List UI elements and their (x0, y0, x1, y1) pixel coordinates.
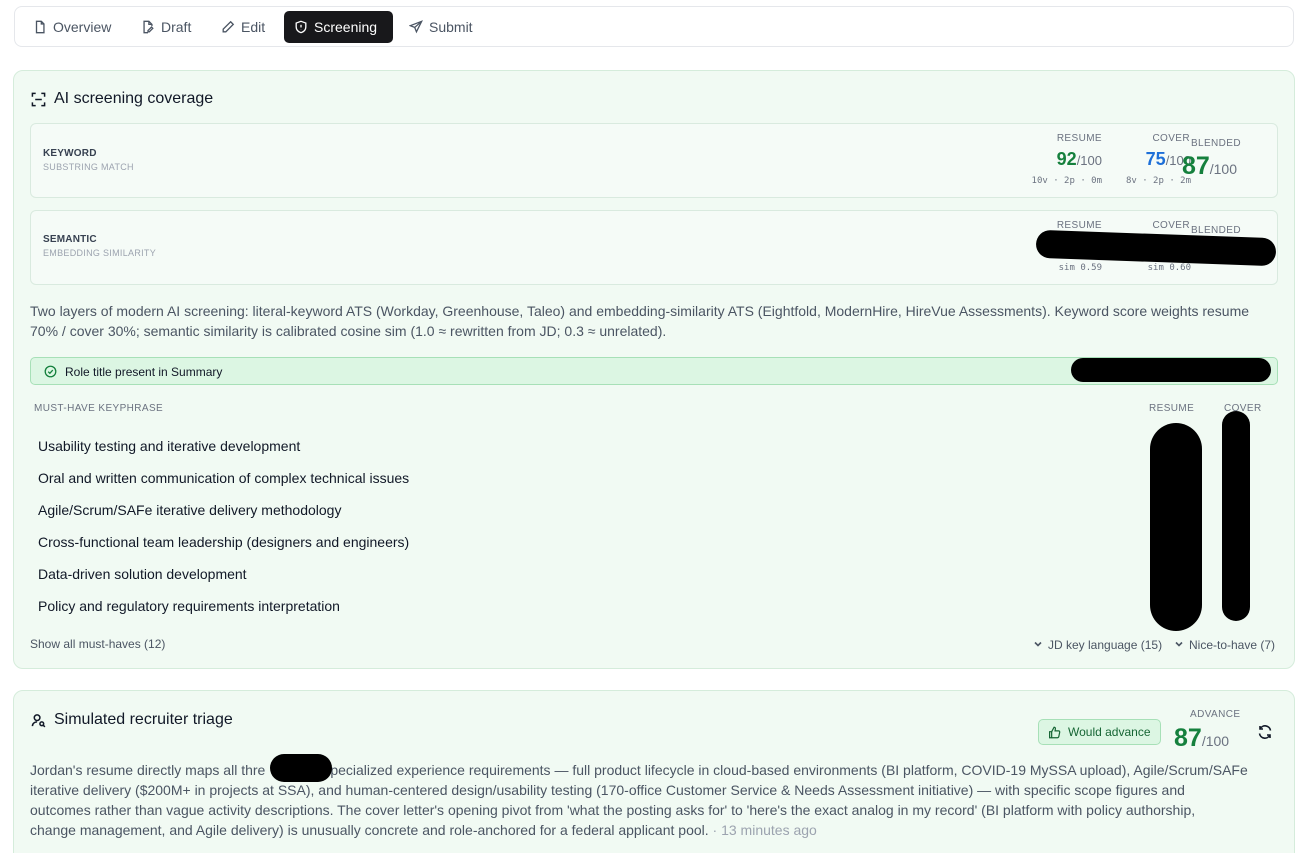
triage-title: Simulated recruiter triage (31, 711, 233, 729)
keyphrase-item: Agile/Scrum/SAFe iterative delivery meth… (38, 502, 342, 518)
triage-title-text: Simulated recruiter triage (54, 711, 233, 728)
keyword-sublabel: SUBSTRING MATCH (43, 162, 134, 172)
role-title-status-text: Role title present in Summary (65, 365, 223, 379)
file-edit-icon (143, 20, 154, 34)
keyword-blended-denominator: /100 (1209, 161, 1237, 177)
semantic-score-box: SEMANTIC EMBEDDING SIMILARITY RESUME COV… (30, 210, 1278, 285)
keyword-resume-score: 92/100 (1057, 149, 1102, 170)
keyphrase-item: Cross-functional team leadership (design… (38, 534, 410, 550)
jd-key-language-label: JD key language (15) (1048, 638, 1163, 652)
keyphrase-item: Usability testing and iterative developm… (38, 438, 301, 454)
refresh-icon (1258, 725, 1272, 739)
semantic-cover-head: COVER (1152, 220, 1190, 231)
keyphrase-item: Policy and regulatory requirements inter… (38, 598, 340, 614)
user-search-icon (31, 713, 46, 727)
keyword-cover-head: COVER (1152, 133, 1190, 144)
keyword-resume-detail: 10v · 2p · 0m (1031, 176, 1102, 186)
triage-summary-line1: Jordan's resume directly maps all thre (30, 762, 266, 778)
semantic-blended-head: BLENDED (1190, 225, 1241, 236)
keyword-cover-detail: 8v · 2p · 2m (1125, 176, 1191, 186)
triage-timestamp: · 13 minutes ago (712, 822, 817, 838)
tab-overview-label: Overview (53, 19, 112, 35)
tab-edit[interactable]: Edit (211, 11, 275, 43)
nice-to-have-label: Nice-to-have (7) (1189, 638, 1276, 652)
show-all-musthaves-link[interactable]: Show all must-haves (12) (30, 637, 165, 651)
coverage-description: Two layers of modern AI screening: liter… (30, 303, 1250, 339)
triage-summary-line2: iterative delivery ($200M+ in projects a… (30, 782, 1185, 798)
recruiter-triage-panel: Simulated recruiter triage Would advance… (13, 690, 1295, 853)
tab-overview[interactable]: Overview (23, 11, 121, 43)
tab-draft[interactable]: Draft (131, 11, 201, 43)
would-advance-badge[interactable]: Would advance (1038, 719, 1161, 745)
screening-coverage-panel: AI screening coverage KEYWORD SUBSTRING … (13, 70, 1295, 669)
redaction-mark (1071, 358, 1271, 382)
thumbs-up-icon (1049, 726, 1061, 738)
musthave-head: MUST-HAVE KEYPHRASE (34, 403, 164, 414)
keyword-blended-head: BLENDED (1190, 138, 1241, 149)
tab-screening[interactable]: Screening (284, 11, 393, 43)
keyword-cover-value: 75 (1145, 149, 1166, 169)
triage-score: 87/100 (1174, 724, 1229, 753)
triage-score-value: 87 (1174, 724, 1202, 752)
chevron-down-icon (1175, 637, 1183, 647)
tab-submit[interactable]: Submit (399, 11, 483, 43)
tab-edit-label: Edit (241, 19, 266, 35)
keyword-resume-denominator: /100 (1076, 153, 1102, 168)
redaction-mark (1222, 411, 1250, 621)
scan-icon (31, 92, 46, 106)
advance-head: ADVANCE (1190, 709, 1241, 720)
semantic-sublabel: EMBEDDING SIMILARITY (43, 248, 157, 258)
file-icon (35, 20, 45, 34)
refresh-button[interactable] (1257, 724, 1273, 740)
triage-summary-line4: change management, and Agile delivery) i… (30, 822, 709, 838)
keyword-label: KEYWORD (43, 148, 97, 159)
redaction-mark (270, 754, 332, 782)
keyword-resume-value: 92 (1056, 149, 1077, 169)
tab-submit-label: Submit (429, 19, 473, 35)
would-advance-text: Would advance (1068, 725, 1151, 739)
semantic-resume-detail: sim 0.59 (1058, 263, 1102, 273)
pencil-icon (222, 20, 235, 33)
keyword-resume-head: RESUME (1056, 133, 1102, 144)
keyword-score-box: KEYWORD SUBSTRING MATCH RESUME COVER BLE… (30, 123, 1278, 198)
musthave-resume-head: RESUME (1149, 403, 1195, 414)
tab-draft-label: Draft (161, 19, 192, 35)
jd-key-language-toggle[interactable]: JD key language (15) (1034, 637, 1162, 652)
keyphrase-item: Oral and written communication of comple… (38, 470, 410, 486)
semantic-label: SEMANTIC (43, 234, 97, 245)
triage-summary-line3: outcomes rather than vague activity desc… (30, 802, 1196, 818)
redaction-mark (1150, 423, 1202, 631)
coverage-title-text: AI screening coverage (54, 90, 214, 107)
nice-to-have-toggle[interactable]: Nice-to-have (7) (1175, 637, 1275, 652)
tab-screening-label: Screening (314, 19, 378, 35)
semantic-resume-head: RESUME (1056, 220, 1102, 231)
shield-icon (295, 20, 307, 34)
tab-bar: Overview Draft Edit Screening Submit (14, 6, 1294, 47)
send-icon (409, 20, 423, 34)
triage-summary-line1b: specialized experience requirements — fu… (323, 762, 1248, 778)
check-circle-icon (44, 365, 57, 378)
keyphrase-item: Data-driven solution development (38, 566, 247, 582)
coverage-title: AI screening coverage (31, 90, 213, 108)
chevron-down-icon (1034, 637, 1042, 647)
triage-score-denominator: /100 (1201, 733, 1230, 749)
triage-summary: Jordan's resume directly maps all thre sp… (30, 760, 1290, 840)
semantic-cover-detail: sim 0.60 (1147, 263, 1191, 273)
role-title-status-bar: Role title present in Summary (30, 357, 1278, 385)
